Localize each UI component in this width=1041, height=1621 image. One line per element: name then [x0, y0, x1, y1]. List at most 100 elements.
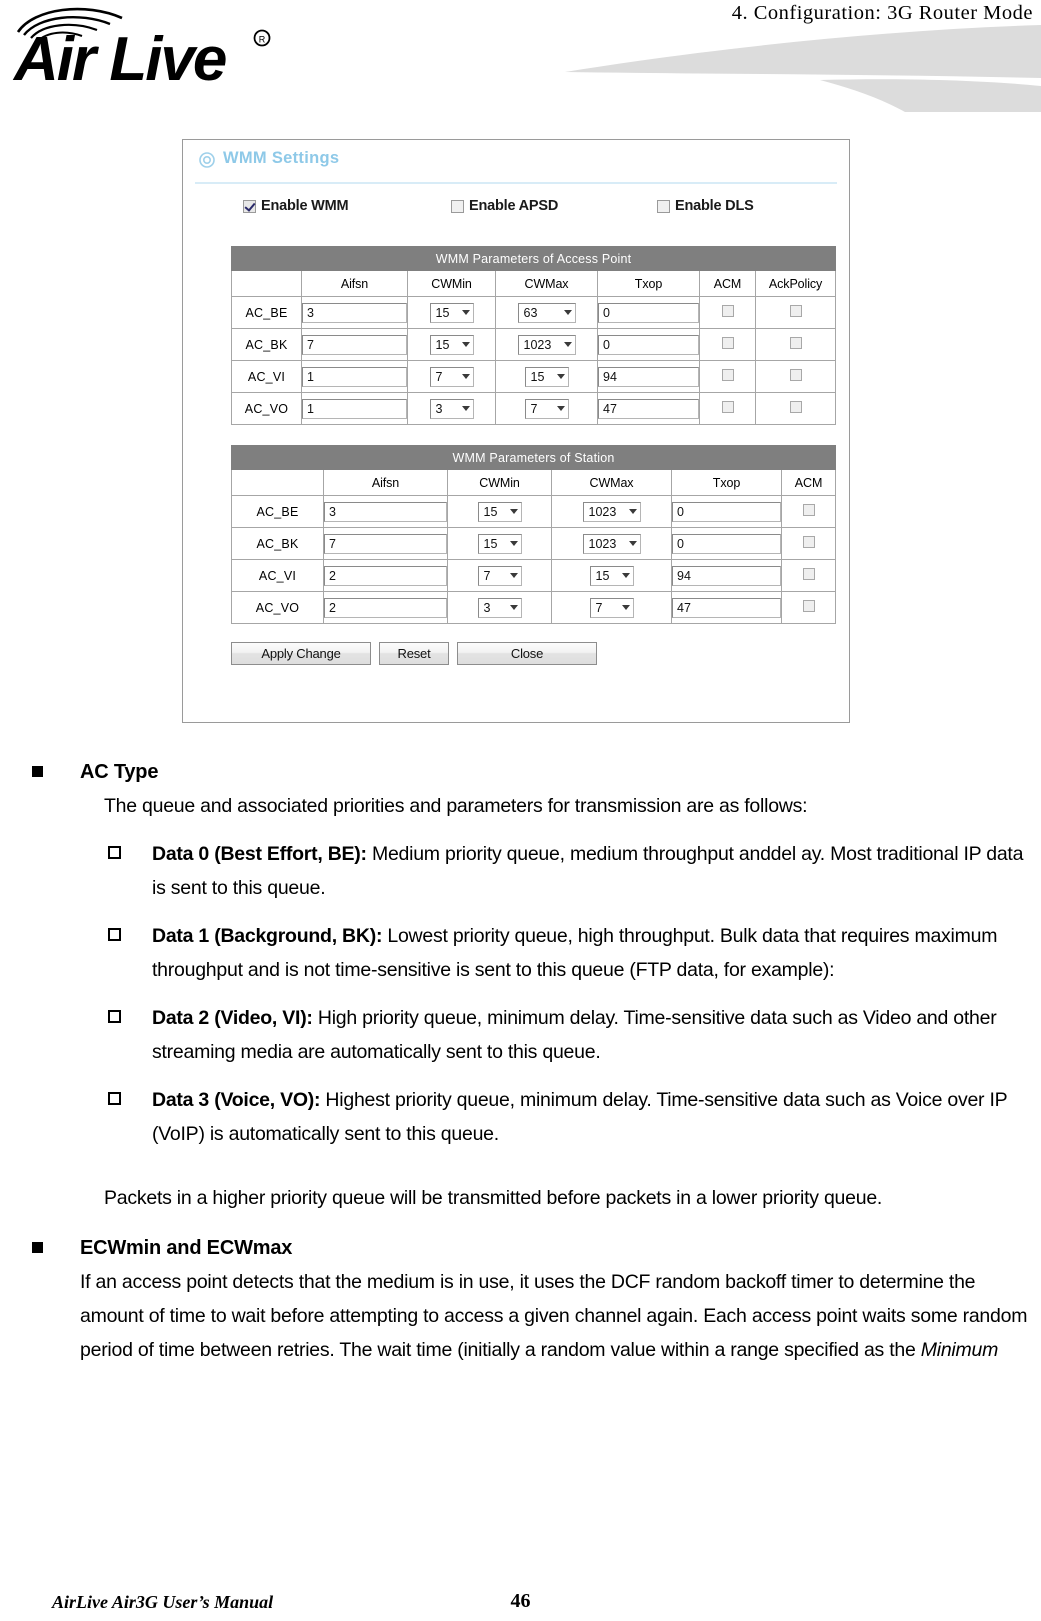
ap-row-label: AC_BK: [231, 328, 302, 361]
sta-txop-input[interactable]: [672, 597, 781, 618]
sta-cwmax-select[interactable]: 1023: [582, 501, 641, 522]
sta-col-txop: Txop: [671, 469, 782, 496]
enable-wmm-checkbox[interactable]: [243, 199, 256, 213]
chevron-down-icon: [461, 342, 470, 347]
ap-table-header-row: Aifsn CWMin CWMax Txop ACM AckPolicy: [231, 270, 837, 297]
ap-cwmin-select[interactable]: 3: [429, 398, 474, 419]
sta-params-table: WMM Parameters of Station Aifsn CWMin CW…: [230, 445, 837, 624]
chevron-down-icon: [461, 310, 470, 315]
ap-cwmin-select[interactable]: 7: [429, 366, 474, 387]
ap-cwmax-select[interactable]: 1023: [517, 334, 576, 355]
chevron-down-icon: [621, 573, 630, 578]
ap-acm-checkbox[interactable]: [721, 305, 734, 317]
square-bullet-icon: [32, 766, 43, 777]
sta-cwmin-value: 3: [483, 600, 491, 615]
chevron-down-icon: [509, 573, 518, 578]
ap-ackpolicy-checkbox[interactable]: [789, 337, 802, 349]
sta-acm-checkbox[interactable]: [802, 600, 815, 612]
enable-dls-label: Enable DLS: [675, 198, 754, 214]
sta-acm-checkbox[interactable]: [802, 568, 815, 580]
sta-cwmax-select[interactable]: 15: [589, 565, 634, 586]
sta-cwmax-value: 1023: [588, 504, 617, 519]
wmm-settings-screenshot: WMM Settings Enable WMM Enable APSD Enab…: [182, 139, 850, 723]
enable-options-row: Enable WMM Enable APSD Enable DLS: [183, 198, 849, 238]
apply-change-button[interactable]: Apply Change: [231, 642, 371, 665]
ap-row-label: AC_VO: [231, 392, 302, 425]
ap-txop-input[interactable]: [598, 366, 699, 387]
ap-acm-checkbox[interactable]: [721, 401, 734, 413]
ecw-body: If an access point detects that the medi…: [80, 1265, 1033, 1367]
ap-txop-input[interactable]: [598, 398, 699, 419]
ap-col-acm: ACM: [699, 270, 756, 297]
sta-acm-checkbox[interactable]: [802, 504, 815, 516]
sta-cwmin-select[interactable]: 7: [477, 565, 522, 586]
ap-aifsn-input[interactable]: [302, 302, 407, 323]
ap-ackpolicy-checkbox[interactable]: [789, 305, 802, 317]
ap-cwmax-select[interactable]: 63: [517, 302, 576, 323]
ac-type-closing: Packets in a higher priority queue will …: [104, 1187, 883, 1209]
enable-apsd-checkbox[interactable]: [451, 199, 464, 213]
svg-text:R: R: [259, 35, 266, 45]
sta-txop-input[interactable]: [672, 533, 781, 554]
enable-dls-checkbox[interactable]: [657, 199, 670, 213]
hollow-square-bullet-icon: [108, 928, 121, 941]
ap-txop-input[interactable]: [598, 302, 699, 323]
page-footer: AirLive Air3G User’s Manual 46: [0, 1583, 1041, 1613]
sta-cwmax-value: 1023: [588, 536, 617, 551]
chevron-down-icon: [563, 310, 572, 315]
close-button[interactable]: Close: [457, 642, 597, 665]
ap-cwmax-select[interactable]: 7: [524, 398, 569, 419]
ac-item-term: Data 2 (Video, VI):: [152, 1007, 313, 1029]
svg-text:Air Live: Air Live: [12, 25, 226, 86]
ap-cwmin-value: 7: [435, 369, 443, 384]
enable-apsd-option[interactable]: Enable APSD: [451, 198, 558, 214]
sta-cwmin-value: 7: [483, 568, 491, 583]
reset-button[interactable]: Reset: [379, 642, 449, 665]
ap-cwmax-select[interactable]: 15: [524, 366, 569, 387]
ap-txop-input[interactable]: [598, 334, 699, 355]
sta-row-label: AC_BK: [231, 527, 324, 560]
ap-cwmin-select[interactable]: 15: [429, 302, 474, 323]
ac-item-term: Data 3 (Voice, VO):: [152, 1089, 321, 1111]
ecw-body-italic: Minimum: [920, 1339, 999, 1361]
sta-cwmin-select[interactable]: 15: [477, 501, 522, 522]
sta-txop-input[interactable]: [672, 565, 781, 586]
ap-col-blank: [231, 270, 302, 297]
ap-aifsn-input[interactable]: [302, 334, 407, 355]
sta-aifsn-input[interactable]: [324, 501, 447, 522]
sta-aifsn-input[interactable]: [324, 533, 447, 554]
chevron-down-icon: [563, 342, 572, 347]
ap-cwmin-select[interactable]: 15: [429, 334, 474, 355]
ap-aifsn-input[interactable]: [302, 366, 407, 387]
table-row: AC_VI 7 15: [231, 360, 837, 393]
ap-ackpolicy-checkbox[interactable]: [789, 401, 802, 413]
ap-row-label: AC_VI: [231, 360, 302, 393]
ecw-body-text: If an access point detects that the medi…: [80, 1271, 1028, 1361]
sta-cwmin-select[interactable]: 3: [477, 597, 522, 618]
ac-item-term: Data 1 (Background, BK):: [152, 925, 383, 947]
document-body: AC Type The queue and associated priorit…: [0, 755, 1041, 1367]
ap-aifsn-input[interactable]: [302, 398, 407, 419]
enable-wmm-option[interactable]: Enable WMM: [243, 198, 349, 214]
ac-type-intro: The queue and associated priorities and …: [104, 795, 808, 817]
ap-col-aifsn: Aifsn: [301, 270, 408, 297]
enable-dls-option[interactable]: Enable DLS: [657, 198, 754, 214]
sta-cwmin-select[interactable]: 15: [477, 533, 522, 554]
sta-acm-checkbox[interactable]: [802, 536, 815, 548]
ac-type-heading: AC Type: [32, 755, 1041, 789]
sta-cwmax-select[interactable]: 7: [589, 597, 634, 618]
sta-aifsn-input[interactable]: [324, 565, 447, 586]
sta-cwmax-select[interactable]: 1023: [582, 533, 641, 554]
ap-acm-checkbox[interactable]: [721, 369, 734, 381]
sta-cwmax-value: 15: [595, 568, 610, 583]
sta-cwmin-value: 15: [483, 536, 498, 551]
sta-cwmax-value: 7: [595, 600, 603, 615]
ap-acm-checkbox[interactable]: [721, 337, 734, 349]
list-item: Data 0 (Best Effort, BE): Medium priorit…: [104, 837, 1033, 905]
sta-txop-input[interactable]: [672, 501, 781, 522]
ap-cwmax-value: 63: [523, 305, 538, 320]
ap-ackpolicy-checkbox[interactable]: [789, 369, 802, 381]
enable-wmm-label: Enable WMM: [261, 198, 349, 214]
sta-aifsn-input[interactable]: [324, 597, 447, 618]
sta-table-caption: WMM Parameters of Station: [230, 445, 837, 470]
